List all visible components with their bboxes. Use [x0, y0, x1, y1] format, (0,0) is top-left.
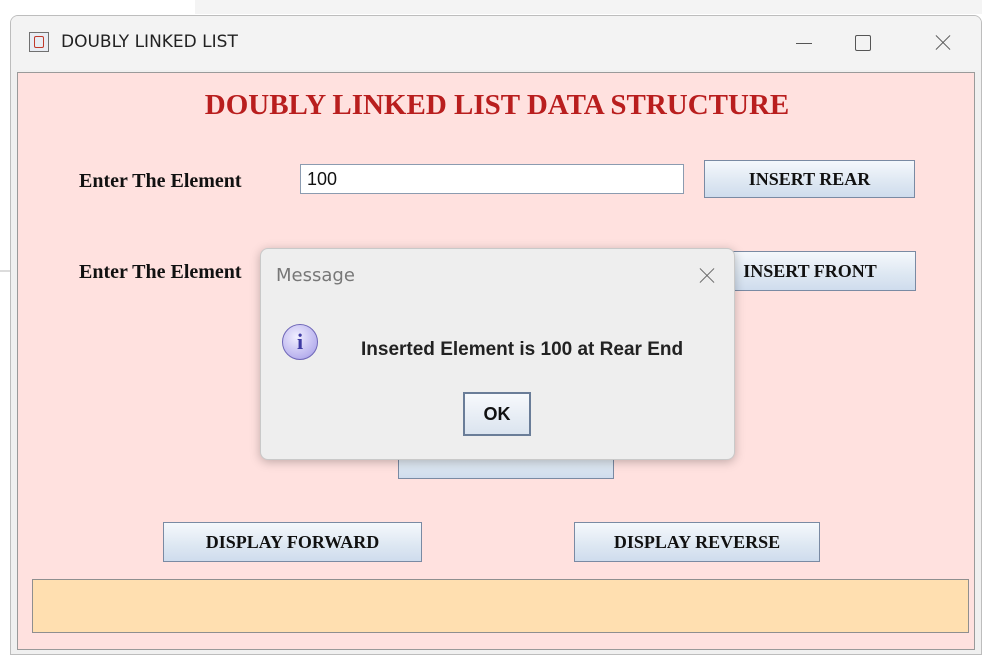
element-input-rear[interactable] [300, 164, 684, 194]
maximize-button[interactable] [840, 26, 886, 60]
close-window-button[interactable] [920, 26, 966, 60]
title-bar[interactable]: DOUBLY LINKED LIST [11, 16, 981, 70]
display-reverse-button[interactable]: DISPLAY REVERSE [574, 522, 820, 562]
display-forward-button[interactable]: DISPLAY FORWARD [163, 522, 422, 562]
dialog-message: Inserted Element is 100 at Rear End [361, 339, 684, 360]
status-output-field [32, 579, 969, 633]
enter-element-label-front: Enter The Element [79, 261, 242, 283]
info-icon: i [282, 324, 318, 360]
background-window-strip [195, 0, 982, 14]
enter-element-label-rear: Enter The Element [79, 170, 242, 192]
dialog-close-icon[interactable] [694, 263, 720, 289]
java-app-icon [29, 32, 49, 52]
insert-rear-button[interactable]: INSERT REAR [704, 160, 915, 198]
ok-button[interactable]: OK [463, 392, 531, 436]
page-title: DOUBLY LINKED LIST DATA STRUCTURE [204, 89, 790, 121]
insert-front-button[interactable]: INSERT FRONT [704, 251, 916, 291]
minimize-button[interactable] [781, 26, 827, 60]
message-dialog: Message i Inserted Element is 100 at Rea… [260, 248, 735, 460]
dialog-title: Message [276, 265, 355, 286]
window-title: DOUBLY LINKED LIST [61, 32, 238, 52]
